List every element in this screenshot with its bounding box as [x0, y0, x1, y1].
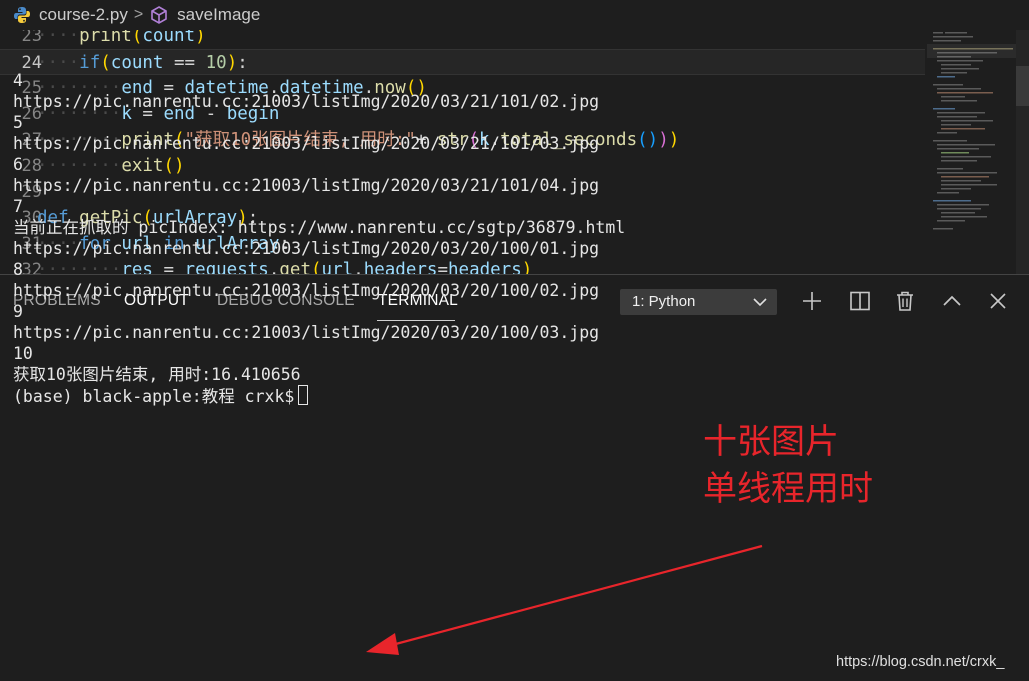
code-line[interactable]: 23 ····print(count) — [0, 30, 925, 49]
terminal-line: 9 — [13, 302, 23, 321]
breadcrumb-symbol[interactable]: saveImage — [177, 5, 260, 25]
code-token: ( — [131, 30, 143, 46]
breadcrumb-file[interactable]: course-2.py — [39, 5, 128, 25]
terminal-line: 7 — [13, 197, 23, 216]
editor-scrollbar-thumb[interactable] — [1016, 66, 1029, 106]
terminal-line: https://pic.nanrentu.cc:21003/listImg/20… — [13, 281, 600, 300]
breadcrumb-separator: > — [133, 6, 144, 23]
line-number: 23 — [21, 30, 42, 46]
watermark: https://blog.csdn.net/crxk_ — [836, 654, 1005, 670]
terminal-line: 5 — [13, 113, 23, 132]
terminal-line: 8 — [13, 260, 23, 279]
terminal-line: 10 — [13, 344, 33, 363]
terminal-line: https://pic.nanrentu.cc:21003/listImg/20… — [13, 134, 600, 153]
terminal-lines: 4 https://pic.nanrentu.cc:21003/listImg/2… — [13, 70, 1003, 385]
breadcrumb: course-2.py > saveImage — [0, 0, 1029, 30]
terminal-line: 6 — [13, 155, 23, 174]
terminal-prompt: (base) black-apple:教程 crxk$ — [13, 387, 295, 406]
annotation-line-2: 单线程用时 — [703, 469, 873, 509]
terminal-line: 4 — [13, 71, 23, 90]
terminal-line: https://pic.nanrentu.cc:21003/listImg/20… — [13, 176, 600, 195]
terminal-line: https://pic.nanrentu.cc:21003/listImg/20… — [13, 239, 600, 258]
indent-guide: ···· — [37, 30, 80, 46]
code-text: ····print(count) — [37, 30, 206, 49]
code-token: count — [142, 30, 196, 46]
terminal-line: https://pic.nanrentu.cc:21003/listImg/20… — [13, 323, 600, 342]
code-token: print — [79, 30, 132, 46]
terminal-line: https://pic.nanrentu.cc:21003/listImg/20… — [13, 92, 600, 111]
method-cube-icon — [151, 6, 167, 24]
terminal-line: 当前正在抓取的 picIndex: https://www.nanrentu.c… — [13, 218, 626, 237]
python-file-icon — [14, 7, 30, 23]
terminal-prompt-line[interactable]: (base) black-apple:教程 crxk$ — [13, 385, 1003, 406]
terminal-line: 获取10张图片结束, 用时:16.410656 — [13, 365, 301, 384]
code-token: ) — [195, 30, 206, 46]
annotation-line-1: 十张图片 — [703, 422, 839, 462]
terminal-cursor — [298, 385, 309, 405]
terminal-output[interactable]: 4 https://pic.nanrentu.cc:21003/listImg/2… — [13, 70, 1003, 406]
